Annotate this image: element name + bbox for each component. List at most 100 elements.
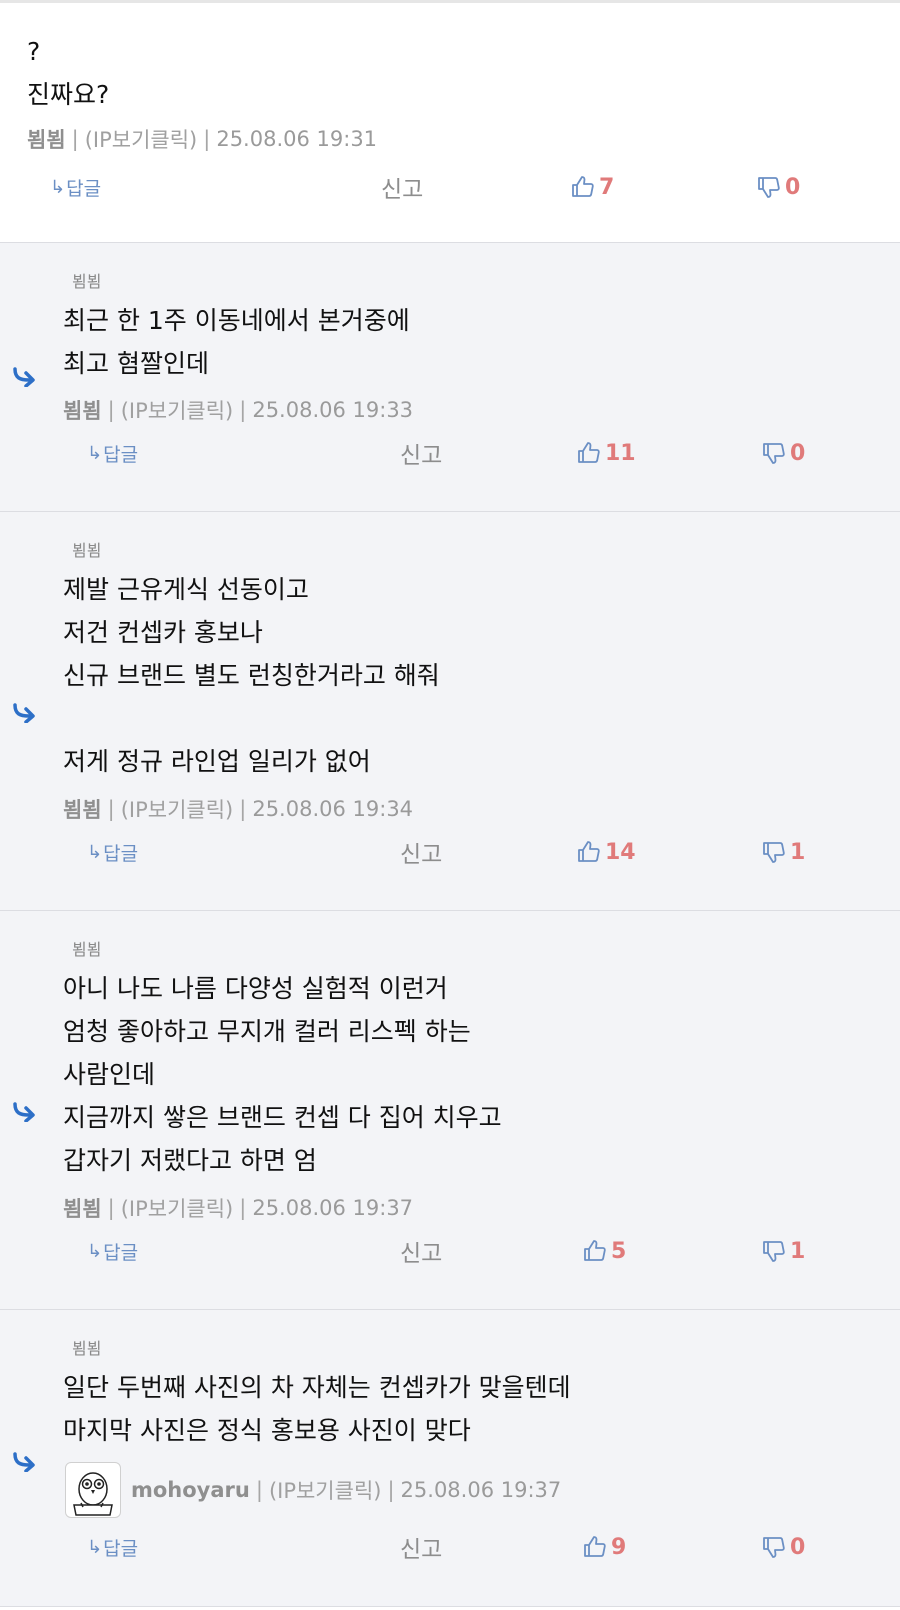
downvote-button[interactable]: 0	[762, 436, 805, 470]
meta-separator: |	[107, 1196, 115, 1220]
meta-separator: |	[203, 127, 211, 151]
downvote-button[interactable]: 0	[757, 170, 800, 204]
report-button[interactable]: 신고	[400, 436, 442, 470]
comment-body: 최근 한 1주 이동네에서 본거중에 최고 혐짤인데	[63, 299, 410, 385]
comment-actions: ↳ 답글 신고 11 0	[0, 436, 900, 470]
reply-button-label: 답글	[103, 1537, 139, 1560]
comment-line	[63, 697, 440, 740]
reply-button-label: 답글	[103, 1241, 139, 1264]
author-nickname[interactable]: 뵘뵘	[63, 395, 102, 425]
reply-target-nickname: 뵘뵘	[72, 1339, 102, 1358]
ip-view-link[interactable]: (IP보기클릭)	[85, 124, 198, 154]
comment-line: ?	[27, 37, 41, 66]
comment-body: ? 진짜요?	[27, 30, 109, 116]
author-nickname[interactable]: mohoyaru	[131, 1478, 250, 1502]
thumbs-down-icon	[758, 177, 780, 198]
reply-indicator-icon	[13, 367, 35, 387]
comment-line: 제발 근유게식 선동이고	[63, 575, 309, 604]
meta-separator: |	[255, 1478, 263, 1502]
downvote-count: 1	[790, 839, 806, 865]
upvote-button[interactable]: 11	[577, 436, 636, 470]
upvote-button[interactable]: 7	[571, 170, 614, 204]
comment-actions: ↳ 답글 신고 9 0	[0, 1530, 900, 1564]
author-nickname[interactable]: 뵘뵘	[27, 124, 66, 154]
downvote-button[interactable]: 1	[762, 835, 805, 869]
comment-date: 25.08.06 19:37	[400, 1478, 562, 1502]
comment-meta: 뵘뵘 | (IP보기클릭) | 25.08.06 19:31	[27, 124, 377, 154]
comment-line: 저게 정규 라인업 일리가 없어	[63, 747, 371, 776]
comment-line: 진짜요?	[27, 80, 110, 109]
comment-line: 갑자기 저랬다고 하면 엄	[63, 1146, 317, 1175]
comment-line: 엄청 좋아하고 무지개 컬러 리스펙 하는	[63, 1017, 471, 1046]
comment-actions: ↳ 답글 신고 5 1	[0, 1234, 900, 1268]
reply-target-nickname: 뵘뵘	[72, 541, 102, 560]
comment-actions: ↳ 답글 신고 14 1	[0, 835, 900, 869]
reply-comment-item: 뵘뵘 아니 나도 나름 다양성 실험적 이런거 엄청 좋아하고 무지개 컬러 리…	[0, 910, 900, 1309]
comment-date: 25.08.06 19:31	[216, 127, 378, 151]
reply-target-nickname: 뵘뵘	[72, 272, 102, 291]
reply-button-label: 답글	[103, 842, 139, 865]
reply-arrow-icon: ↳	[87, 1240, 103, 1262]
upvote-button[interactable]: 5	[583, 1234, 626, 1268]
reply-button-label: 답글	[103, 443, 139, 466]
meta-separator: |	[239, 797, 247, 821]
reply-comment-item: 뵘뵘 일단 두번째 사진의 차 자체는 컨셉카가 맞을텐데 마지막 사진은 정식…	[0, 1309, 900, 1606]
downvote-button[interactable]: 1	[762, 1234, 805, 1268]
report-button[interactable]: 신고	[400, 835, 442, 869]
author-nickname[interactable]: 뵘뵘	[63, 794, 102, 824]
downvote-button[interactable]: 0	[762, 1530, 805, 1564]
bottom-divider	[0, 1606, 900, 1607]
upvote-count: 11	[605, 440, 636, 466]
ip-view-link[interactable]: (IP보기클릭)	[269, 1475, 382, 1505]
reply-button[interactable]: ↳ 답글	[87, 436, 138, 470]
comment-meta: mohoyaru | (IP보기클릭) | 25.08.06 19:37	[65, 1461, 561, 1519]
avatar[interactable]	[65, 1462, 121, 1518]
report-button[interactable]: 신고	[400, 1530, 442, 1564]
upvote-button[interactable]: 9	[583, 1530, 626, 1564]
comment-date: 25.08.06 19:37	[252, 1196, 414, 1220]
upvote-count: 7	[599, 174, 615, 200]
thumbs-down-icon	[763, 842, 785, 863]
downvote-count: 0	[790, 1534, 806, 1560]
reply-comment-item: 뵘뵘 최근 한 1주 이동네에서 본거중에 최고 혐짤인데 뵘뵘 | (IP보기…	[0, 242, 900, 511]
thumbs-up-icon	[584, 1536, 606, 1557]
reply-comment-item: 뵘뵘 제발 근유게식 선동이고 저건 컨셉카 홍보나 신규 브랜드 별도 런칭한…	[0, 511, 900, 910]
ip-view-link[interactable]: (IP보기클릭)	[121, 1193, 234, 1223]
upvote-count: 14	[605, 839, 636, 865]
meta-separator: |	[239, 398, 247, 422]
comment-line: 마지막 사진은 정식 홍보용 사진이 맞다	[63, 1416, 471, 1445]
comment-item: ? 진짜요? 뵘뵘 | (IP보기클릭) | 25.08.06 19:31 ↳ …	[0, 3, 900, 242]
reply-button[interactable]: ↳ 답글	[87, 1530, 138, 1564]
downvote-count: 0	[785, 174, 801, 200]
comment-body: 일단 두번째 사진의 차 자체는 컨셉카가 맞을텐데 마지막 사진은 정식 홍보…	[63, 1366, 571, 1452]
report-button[interactable]: 신고	[400, 1234, 442, 1268]
ip-view-link[interactable]: (IP보기클릭)	[121, 395, 234, 425]
comment-body: 제발 근유게식 선동이고 저건 컨셉카 홍보나 신규 브랜드 별도 런칭한거라고…	[63, 568, 440, 783]
reply-button-label: 답글	[66, 177, 102, 200]
thumbs-down-icon	[763, 1241, 785, 1262]
ip-view-link[interactable]: (IP보기클릭)	[121, 794, 234, 824]
comment-line: 저건 컨셉카 홍보나	[63, 618, 263, 647]
thumbs-down-icon	[763, 1537, 785, 1558]
upvote-button[interactable]: 14	[577, 835, 636, 869]
comment-date: 25.08.06 19:33	[252, 398, 414, 422]
comment-meta: 뵘뵘 | (IP보기클릭) | 25.08.06 19:37	[63, 1193, 413, 1223]
reply-arrow-icon: ↳	[50, 176, 66, 198]
meta-separator: |	[71, 127, 79, 151]
comment-actions: ↳ 답글 신고 7 0	[0, 170, 900, 204]
reply-arrow-icon: ↳	[87, 442, 103, 464]
reply-button[interactable]: ↳ 답글	[50, 170, 101, 204]
downvote-count: 0	[790, 440, 806, 466]
comment-line: 신규 브랜드 별도 런칭한거라고 해줘	[63, 661, 440, 690]
report-button[interactable]: 신고	[381, 170, 423, 204]
reply-button[interactable]: ↳ 답글	[87, 1234, 138, 1268]
comment-body: 아니 나도 나름 다양성 실험적 이런거 엄청 좋아하고 무지개 컬러 리스펙 …	[63, 967, 502, 1182]
comment-line: 일단 두번째 사진의 차 자체는 컨셉카가 맞을텐데	[63, 1373, 571, 1402]
comment-line: 최근 한 1주 이동네에서 본거중에	[63, 306, 410, 335]
upvote-count: 9	[611, 1534, 627, 1560]
author-nickname[interactable]: 뵘뵘	[63, 1193, 102, 1223]
comment-date: 25.08.06 19:34	[252, 797, 414, 821]
comment-meta: 뵘뵘 | (IP보기클릭) | 25.08.06 19:33	[63, 395, 413, 425]
reply-button[interactable]: ↳ 답글	[87, 835, 138, 869]
meta-separator: |	[107, 398, 115, 422]
